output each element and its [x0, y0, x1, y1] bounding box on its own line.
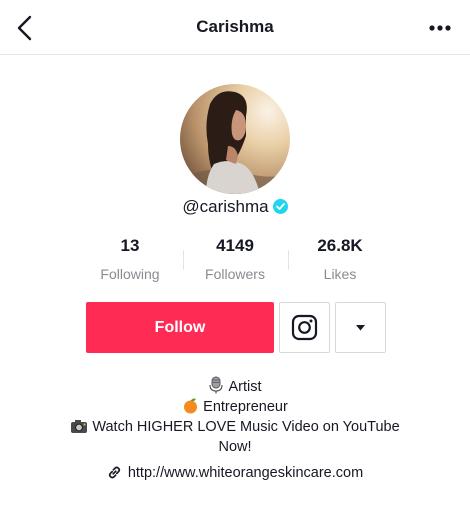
username-row: @carishma: [0, 197, 470, 217]
instagram-button[interactable]: [279, 302, 330, 353]
avatar-photo: [180, 84, 290, 194]
bio-line: Now!: [218, 439, 252, 455]
avatar[interactable]: [180, 84, 290, 194]
link-url: http://www.whiteorangeskincare.com: [127, 465, 364, 481]
stat-followers[interactable]: 4149 Followers: [185, 236, 285, 282]
orange-emoji-icon: [184, 398, 198, 414]
follow-button[interactable]: Follow: [86, 302, 274, 353]
divider: [183, 250, 184, 270]
bio-text: Watch HIGHER LOVE Music Video on YouTube: [92, 419, 400, 435]
top-bar: Carishma: [0, 0, 470, 55]
camera-emoji-icon: [71, 420, 88, 433]
bio-line: Watch HIGHER LOVE Music Video on YouTube: [0, 417, 470, 437]
instagram-icon: [291, 314, 318, 341]
stat-label: Likes: [323, 266, 357, 282]
username: @carishma: [182, 197, 269, 216]
bio-text: Artist: [228, 379, 262, 395]
microphone-emoji-icon: [209, 376, 224, 394]
bio-line: Artist: [0, 376, 470, 397]
more-options-icon[interactable]: [428, 24, 452, 32]
stat-value: 4149: [216, 236, 254, 255]
verified-badge-icon: [272, 199, 288, 214]
stats-row: 13 Following 4149 Followers 26.8K Likes: [80, 236, 390, 286]
link-icon: [108, 466, 120, 479]
stat-value: 26.8K: [317, 236, 363, 255]
stat-value: 13: [120, 236, 140, 255]
divider: [288, 250, 289, 270]
stat-following[interactable]: 13 Following: [80, 236, 180, 282]
stat-label: Following: [100, 266, 160, 282]
profile-link[interactable]: http://www.whiteorangeskincare.com: [0, 465, 470, 481]
caret-down-icon: [356, 325, 365, 331]
bio-text: Entrepreneur: [203, 399, 288, 415]
page-title: Carishma: [196, 17, 274, 36]
stat-label: Followers: [205, 266, 265, 282]
stat-likes[interactable]: 26.8K Likes: [290, 236, 390, 282]
bio: Artist Entrepreneur Watch HIGHER LOVE Mu…: [0, 376, 470, 457]
bio-line: Entrepreneur: [0, 397, 470, 417]
suggested-accounts-button[interactable]: [335, 302, 386, 353]
